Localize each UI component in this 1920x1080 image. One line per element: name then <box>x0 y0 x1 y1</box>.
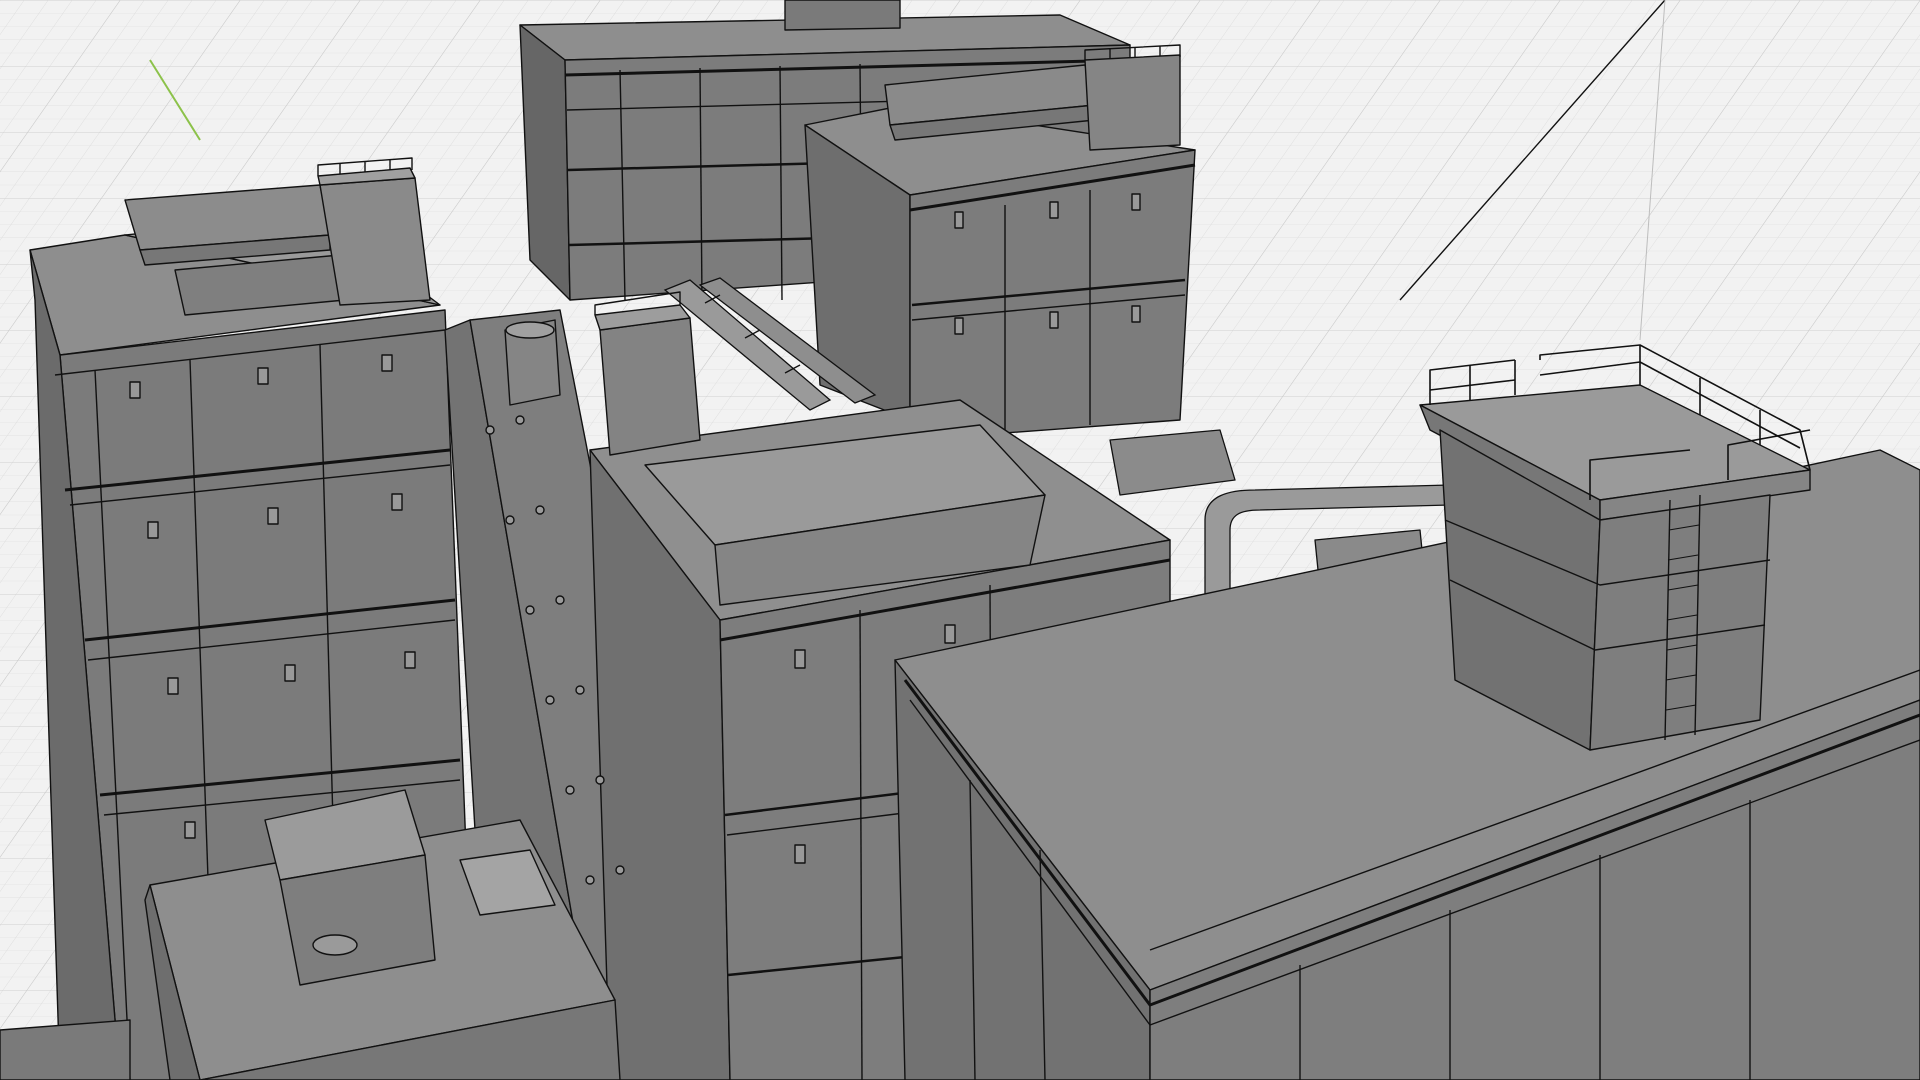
3d-viewport[interactable] <box>0 0 1920 1080</box>
scene-canvas[interactable] <box>0 0 1920 1080</box>
